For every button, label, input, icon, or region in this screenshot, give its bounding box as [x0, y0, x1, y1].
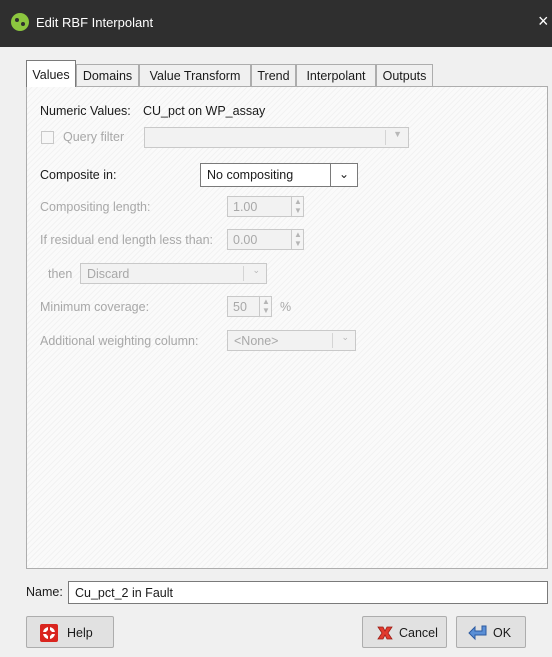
- minimum-coverage-value: 50: [233, 300, 247, 314]
- numeric-values-label: Numeric Values:: [40, 104, 131, 118]
- chevron-up-icon: ▲: [294, 197, 302, 206]
- chevron-down-icon: ▼: [393, 129, 402, 139]
- ok-label: OK: [493, 626, 512, 640]
- tab-values[interactable]: Values: [26, 60, 76, 87]
- query-filter-label: Query filter: [63, 130, 125, 144]
- tab-outputs[interactable]: Outputs: [376, 64, 433, 86]
- numeric-values-value: CU_pct on WP_assay: [143, 104, 266, 118]
- combo-separator: [330, 164, 331, 186]
- dialog-body: Values Domains Value Transform Trend Int…: [0, 47, 552, 657]
- chevron-up-icon: ▲: [262, 297, 270, 306]
- name-label: Name:: [26, 585, 63, 599]
- residual-length-label: If residual end length less than:: [40, 233, 214, 247]
- residual-length-value: 0.00: [233, 233, 258, 247]
- ok-button[interactable]: OK: [456, 616, 526, 648]
- then-label: then: [48, 267, 73, 281]
- minimum-coverage-spinner[interactable]: 50 ▲ ▼: [227, 296, 272, 317]
- cancel-icon: [375, 623, 395, 643]
- query-filter-checkbox[interactable]: [41, 131, 54, 144]
- combo-separator: [243, 266, 244, 281]
- chevron-down-icon: ⌄: [252, 265, 260, 275]
- name-input[interactable]: Cu_pct_2 in Fault: [68, 581, 548, 604]
- chevron-down-icon: ▼: [294, 239, 302, 248]
- name-value: Cu_pct_2 in Fault: [75, 586, 173, 600]
- values-panel: Numeric Values: CU_pct on WP_assay Query…: [26, 86, 548, 569]
- tab-trend[interactable]: Trend: [251, 64, 296, 86]
- lifebuoy-icon: [39, 623, 59, 643]
- title-bar: Edit RBF Interpolant ×: [0, 0, 552, 47]
- chevron-down-icon: ⌄: [338, 167, 349, 181]
- cancel-label: Cancel: [399, 626, 438, 640]
- compositing-length-value: 1.00: [233, 200, 258, 214]
- then-value: Discard: [87, 267, 130, 281]
- chevron-up-icon: ▲: [294, 230, 302, 239]
- residual-length-spinner[interactable]: 0.00 ▲ ▼: [227, 229, 304, 250]
- tab-interpolant[interactable]: Interpolant: [296, 64, 376, 86]
- window-title: Edit RBF Interpolant: [36, 15, 154, 30]
- combo-separator: [385, 130, 386, 145]
- help-label: Help: [67, 626, 93, 640]
- combo-separator: [332, 333, 333, 348]
- spinner-buttons[interactable]: ▲ ▼: [291, 229, 304, 250]
- chevron-down-icon: ⌄: [341, 332, 349, 342]
- app-icon: [11, 13, 29, 31]
- help-button[interactable]: Help: [26, 616, 114, 648]
- composite-in-label: Composite in:: [40, 168, 117, 182]
- then-select[interactable]: Discard ⌄: [80, 263, 267, 284]
- percent-unit: %: [280, 300, 292, 314]
- spinner-buttons[interactable]: ▲ ▼: [259, 296, 272, 317]
- cancel-button[interactable]: Cancel: [362, 616, 447, 648]
- weighting-column-value: <None>: [234, 334, 279, 348]
- ok-icon: [467, 623, 487, 643]
- weighting-column-label: Additional weighting column:: [40, 334, 199, 348]
- chevron-down-icon: ▼: [294, 206, 302, 215]
- compositing-length-label: Compositing length:: [40, 200, 151, 214]
- chevron-down-icon: ▼: [262, 306, 270, 315]
- tab-value-transform[interactable]: Value Transform: [139, 64, 251, 86]
- minimum-coverage-label: Minimum coverage:: [40, 300, 150, 314]
- spinner-buttons[interactable]: ▲ ▼: [291, 196, 304, 217]
- composite-in-select[interactable]: No compositing ⌄: [200, 163, 358, 187]
- tab-domains[interactable]: Domains: [76, 64, 139, 86]
- composite-in-value: No compositing: [207, 168, 294, 182]
- weighting-column-select[interactable]: <None> ⌄: [227, 330, 356, 351]
- close-icon[interactable]: ×: [538, 11, 549, 32]
- query-filter-select[interactable]: ▼: [144, 127, 409, 148]
- compositing-length-spinner[interactable]: 1.00 ▲ ▼: [227, 196, 304, 217]
